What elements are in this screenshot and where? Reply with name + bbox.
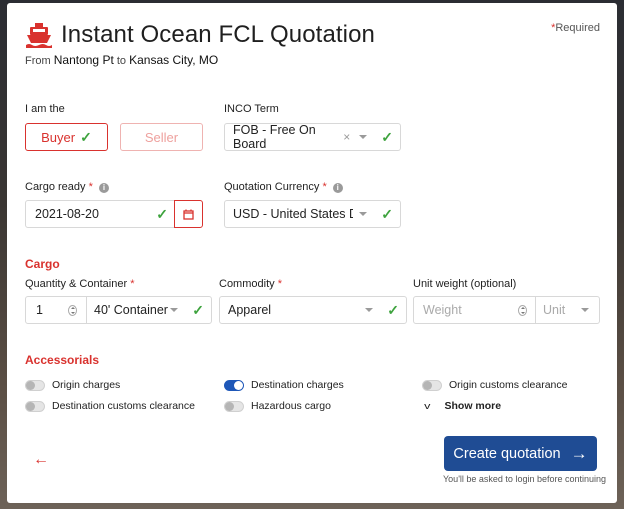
seller-button[interactable]: Seller [120, 123, 203, 151]
currency-select[interactable]: USD - United States Do... ✓ [224, 200, 401, 228]
cargo-ready-label: Cargo ready * i [25, 181, 109, 193]
toggle-switch[interactable] [422, 379, 442, 391]
inco-value: FOB - Free On Board [233, 123, 316, 151]
inco-select[interactable]: FOB - Free On Board × ✓ [224, 123, 401, 151]
destination-city: Kansas City, MO [129, 53, 219, 67]
to-word: to [116, 55, 127, 67]
toggle-switch[interactable] [224, 379, 244, 391]
currency-value: USD - United States Do... [233, 207, 353, 221]
from-word: From [25, 55, 51, 67]
accessorial-label: Origin charges [52, 379, 121, 391]
show-more-button[interactable]: v Show more [424, 400, 502, 412]
check-icon: ✓ [381, 205, 393, 222]
accessorial-label: Hazardous cargo [251, 400, 331, 412]
cargo-ready-input[interactable]: 2021-08-20 ✓ [25, 200, 175, 228]
accessorials-section-title: Accessorials [25, 353, 100, 367]
weight-label: Unit weight (optional) [413, 278, 517, 290]
clear-icon[interactable]: × [343, 130, 350, 144]
commodity-text: Commodity [219, 278, 275, 290]
accessorial-origin-charges[interactable]: Origin charges [25, 379, 120, 391]
chevron-down-icon[interactable] [359, 135, 368, 139]
title-row: Instant Ocean FCL Quotation [25, 21, 375, 49]
seller-label: Seller [144, 129, 179, 145]
cargo-ready-text: Cargo ready [25, 181, 86, 193]
quantity-container-group: 1 40' Container ✓ [25, 296, 212, 324]
container-select[interactable]: 40' Container ✓ [87, 297, 211, 323]
spinner-icon[interactable] [518, 304, 527, 316]
accessorial-origin-customs[interactable]: Origin customs clearance [422, 379, 567, 391]
quantity-text: Quantity & Container [25, 278, 128, 290]
quantity-value: 1 [36, 303, 43, 317]
accessorial-destination-charges[interactable]: Destination charges [224, 379, 344, 391]
ship-icon [26, 23, 52, 48]
check-icon: ✓ [381, 128, 393, 145]
currency-text: Quotation Currency [224, 181, 320, 193]
check-icon: ✓ [192, 301, 204, 318]
info-icon[interactable]: i [98, 183, 109, 193]
info-icon[interactable]: i [332, 183, 343, 193]
inco-label: INCO Term [224, 103, 279, 115]
required-note: *Required [551, 22, 600, 34]
quantity-label: Quantity & Container * [25, 278, 134, 290]
toggle-switch[interactable] [25, 379, 45, 391]
unit-placeholder: Unit [543, 303, 566, 317]
required-label: Required [555, 22, 600, 34]
accessorial-destination-customs[interactable]: Destination customs clearance [25, 400, 195, 412]
required-asterisk: * [130, 278, 135, 290]
buyer-label: Buyer [41, 129, 76, 145]
required-asterisk: * [88, 181, 93, 193]
quantity-stepper[interactable]: 1 [26, 297, 87, 323]
chevron-down-icon: v [424, 401, 431, 411]
toggle-switch[interactable] [224, 400, 244, 412]
arrow-right-icon: → [570, 443, 588, 463]
accessorial-label: Origin customs clearance [449, 379, 568, 391]
unit-select[interactable]: Unit [536, 297, 599, 323]
buyer-button[interactable]: Buyer ✓ [25, 123, 108, 151]
create-quotation-button[interactable]: Create quotation → [444, 436, 597, 471]
commodity-select[interactable]: Apparel ✓ [219, 296, 407, 324]
spinner-icon[interactable] [68, 304, 77, 316]
calendar-icon [183, 209, 194, 220]
accessorial-label: Destination charges [251, 379, 344, 391]
page-title: Instant Ocean FCL Quotation [61, 21, 375, 48]
toggle-switch[interactable] [25, 400, 45, 412]
check-icon: ✓ [156, 205, 168, 222]
weight-placeholder: Weight [423, 303, 462, 317]
weight-input[interactable]: Weight [414, 297, 536, 323]
weight-group: Weight Unit [413, 296, 600, 324]
create-quotation-label: Create quotation [453, 445, 561, 462]
check-icon: ✓ [80, 128, 92, 145]
commodity-label: Commodity * [219, 278, 282, 290]
route-subtitle: From Nantong Pt to Kansas City, MO [25, 53, 218, 67]
check-icon: ✓ [387, 301, 399, 318]
required-asterisk: * [322, 181, 327, 193]
origin-port: Nantong Pt [53, 53, 114, 67]
back-arrow-icon[interactable]: ← [33, 451, 49, 469]
chevron-down-icon[interactable] [170, 308, 179, 312]
role-label: I am the [25, 103, 65, 115]
login-note: You'll be asked to login before continui… [443, 474, 607, 484]
accessorial-label: Destination customs clearance [52, 400, 195, 412]
required-asterisk: * [277, 278, 282, 290]
show-more-label: Show more [444, 400, 502, 412]
currency-label: Quotation Currency * i [224, 181, 343, 193]
chevron-down-icon[interactable] [365, 308, 374, 312]
cargo-section-title: Cargo [25, 257, 60, 271]
chevron-down-icon[interactable] [581, 308, 589, 312]
accessorial-hazardous-cargo[interactable]: Hazardous cargo [224, 400, 331, 412]
quotation-card: Instant Ocean FCL Quotation From Nantong… [7, 3, 617, 503]
container-value: 40' Container [94, 303, 168, 317]
chevron-down-icon[interactable] [359, 212, 368, 216]
calendar-button[interactable] [174, 200, 203, 228]
cargo-ready-value: 2021-08-20 [35, 207, 99, 221]
commodity-value: Apparel [228, 303, 272, 317]
